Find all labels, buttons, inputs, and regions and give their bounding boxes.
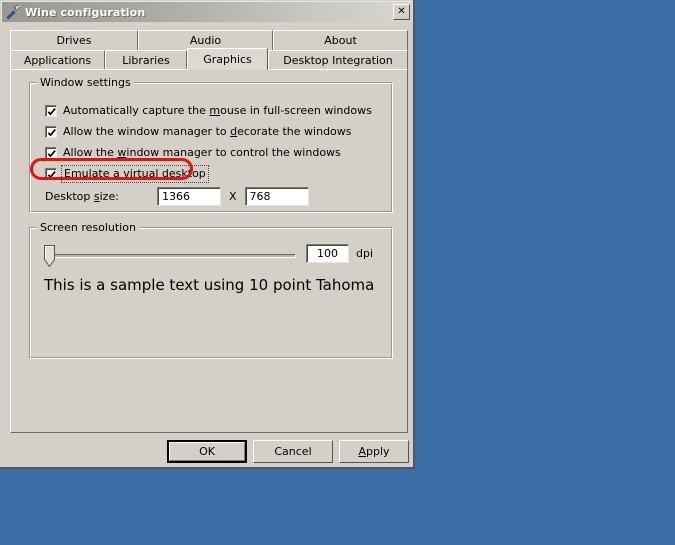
dpi-slider-thumb[interactable] [44,245,55,268]
label-accel: A [358,445,366,458]
tab-applications[interactable]: Applications [10,50,105,70]
desktop-size-row: Desktop size: 1366 X 768 [45,187,309,206]
desktop-height-input[interactable]: 768 [244,187,309,206]
cancel-button-label: Cancel [274,445,312,458]
tab-label: About [324,34,357,47]
tab-label: Libraries [122,54,170,67]
checkbox-emulate-virtual-desktop[interactable] [45,168,57,180]
checkbox-label-auto-capture-mouse: Automatically capture the mouse in full-… [63,104,372,118]
dpi-slider-track [54,254,296,258]
tab-audio[interactable]: Audio [138,30,273,50]
tab-label: Drives [56,34,92,47]
checkbox-label-wm-decorate: Allow the window manager to decorate the… [63,125,352,139]
checkbox-row-emulate-virtual-desktop[interactable]: Emulate a virtual desktop [45,165,209,183]
apply-button[interactable]: Apply [339,440,409,463]
label-part: indow manager to control the windows [126,146,341,159]
dpi-input[interactable]: 100 [306,244,349,263]
close-icon[interactable]: ✕ [393,4,410,20]
dpi-row: 100 dpi [44,242,376,270]
checkbox-row-wm-decorate[interactable]: Allow the window manager to decorate the… [45,124,352,140]
tab-row-bottom: Applications Libraries Graphics Desktop … [10,48,408,70]
label-accel: E [64,167,71,180]
tab-about[interactable]: About [273,30,408,50]
tab-strip: Drives Audio About Applications Librarie… [10,30,408,70]
ok-button[interactable]: OK [167,440,247,463]
title-bar[interactable]: Wine configuration ✕ [1,1,413,22]
apply-button-label: Apply [358,445,389,458]
label-part: ecorate the windows [237,125,352,138]
label-part: Desktop [45,190,94,203]
desktop-size-label: Desktop size: [45,190,157,203]
dpi-slider[interactable] [44,245,296,269]
window-settings-group-title: Window settings [37,76,134,89]
screen-resolution-group-title: Screen resolution [37,221,139,234]
cancel-button[interactable]: Cancel [253,440,333,463]
label-part: pply [366,445,390,458]
tab-label: Applications [23,54,92,67]
screen-resolution-group: Screen resolution 100 dpi This is a samp [29,221,393,359]
checkbox-auto-capture-mouse[interactable] [45,105,57,117]
tab-label: Desktop Integration [283,54,393,67]
tab-row-top: Drives Audio About [10,30,408,50]
checkbox-wm-decorate[interactable] [45,126,57,138]
checkbox-wm-control[interactable] [45,147,57,159]
ok-button-label: OK [199,445,215,458]
tab-desktop-integration[interactable]: Desktop Integration [268,50,408,70]
label-part: Allow the [63,146,118,159]
tab-graphics[interactable]: Graphics [187,48,268,70]
label-accel: m [209,104,221,117]
checkbox-label-emulate-virtual-desktop: Emulate a virtual desktop [61,165,209,183]
window-title: Wine configuration [25,5,146,19]
label-part: Allow the window manager to [63,125,231,138]
label-part: Automatically capture the [63,104,210,117]
graphics-tab-panel: Window settings Automatically capture th… [10,69,408,433]
checkbox-label-wm-control: Allow the window manager to control the … [63,146,341,160]
desktop-width-input[interactable]: 1366 [157,187,221,206]
label-part: ouse in full-screen windows [220,104,372,117]
tab-libraries[interactable]: Libraries [105,50,187,70]
tab-drives[interactable]: Drives [10,30,138,50]
wine-configuration-window: Wine configuration ✕ Drives Audio About … [0,0,415,469]
tab-label: Graphics [203,53,252,66]
dpi-unit-label: dpi [356,247,374,260]
checkbox-row-auto-capture-mouse[interactable]: Automatically capture the mouse in full-… [45,103,372,119]
tab-label: Audio [189,34,222,47]
wine-config-icon [5,4,21,20]
checkbox-row-wm-control[interactable]: Allow the window manager to control the … [45,145,341,161]
window-settings-group: Window settings Automatically capture th… [29,76,393,213]
desktop-size-separator: X [229,190,237,203]
label-part: mulate a virtual desktop [70,167,206,180]
label-part: ize: [99,190,119,203]
sample-text-preview: This is a sample text using 10 point Tah… [44,276,375,294]
